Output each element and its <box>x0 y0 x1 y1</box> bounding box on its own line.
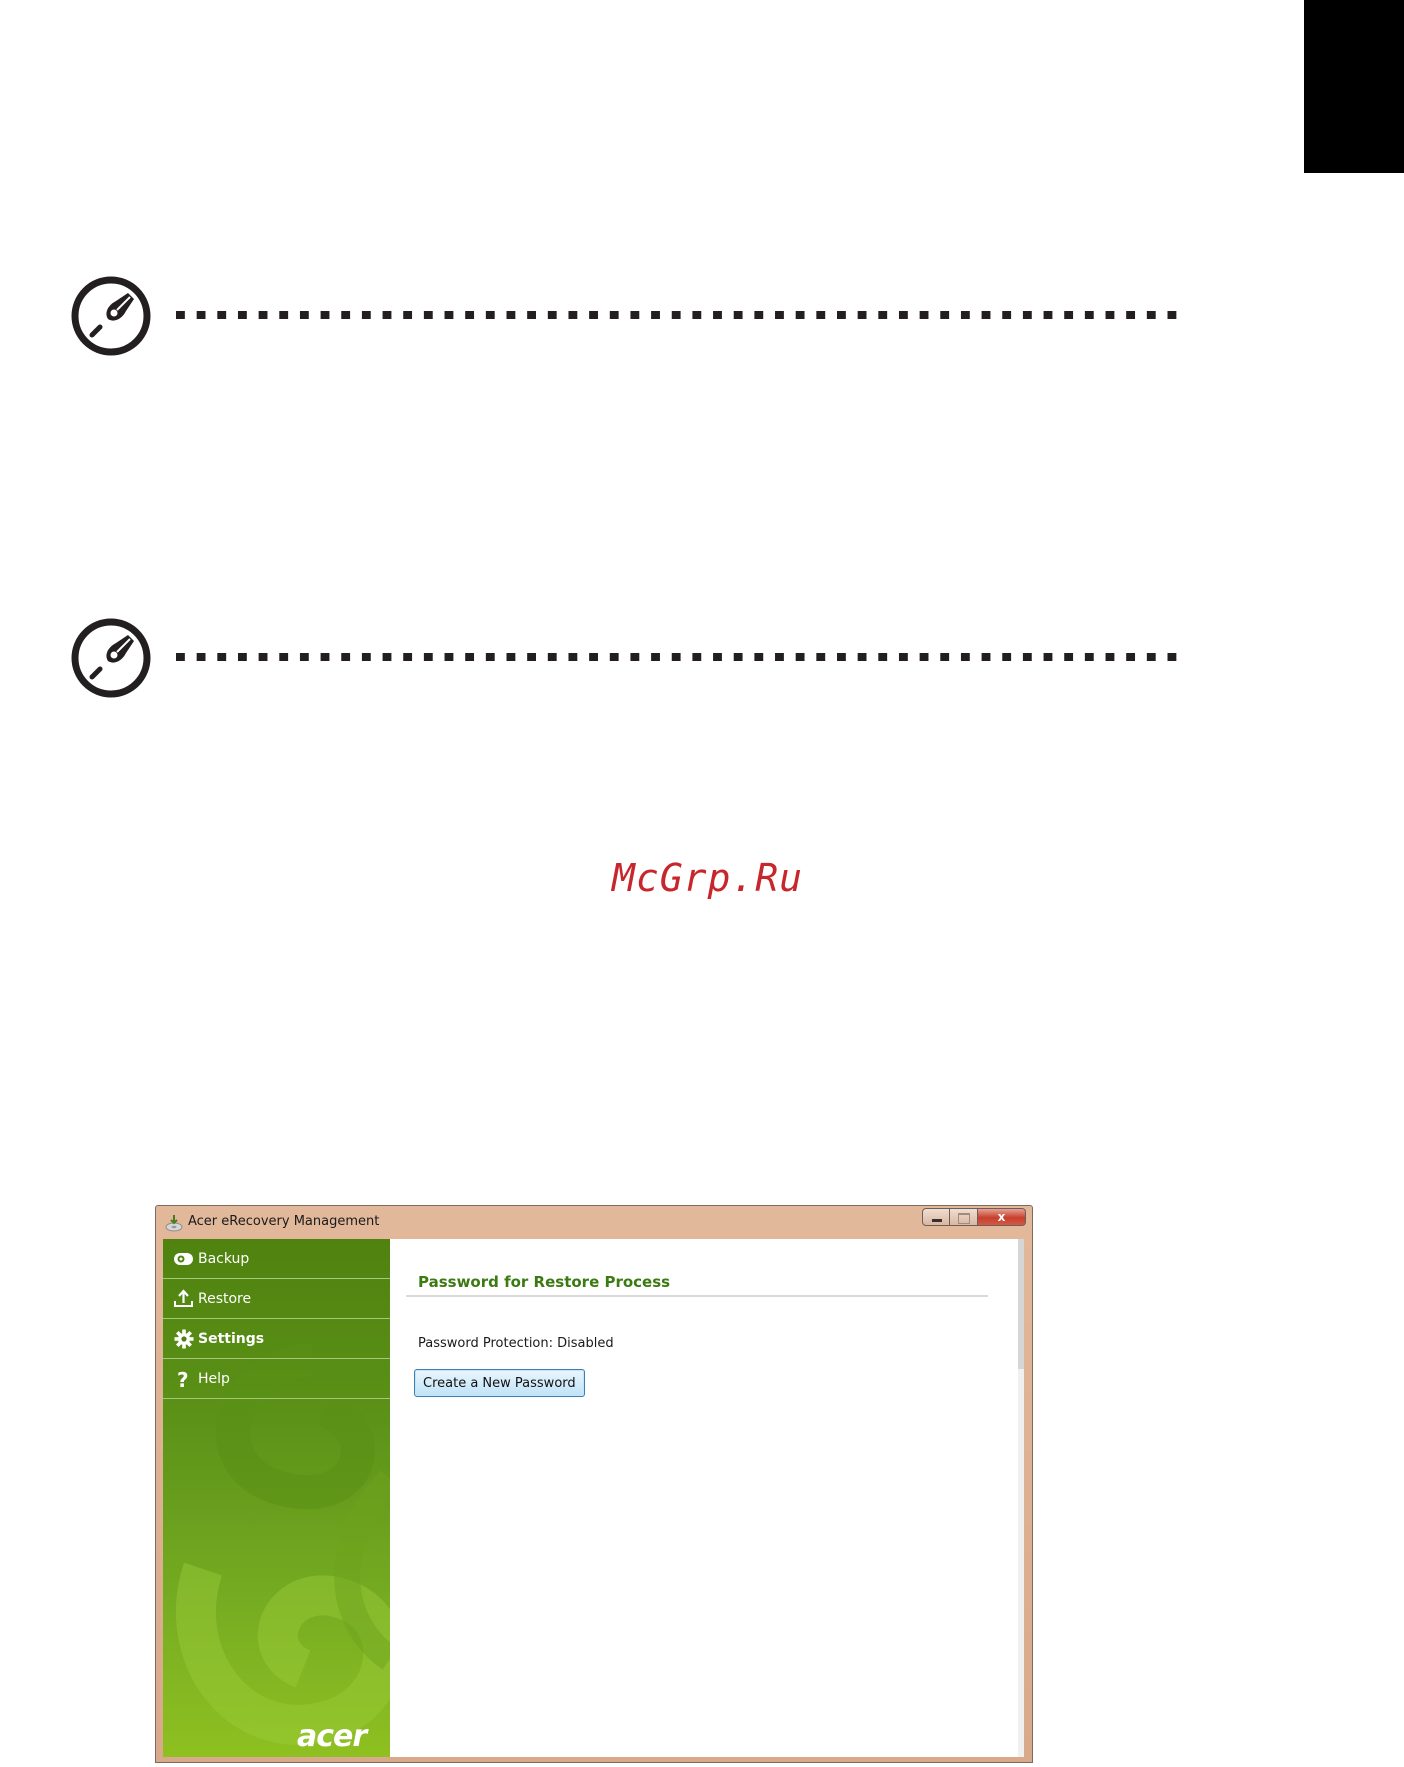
restore-icon <box>174 1289 193 1307</box>
window-titlebar[interactable]: Acer eRecovery Management x <box>156 1206 1032 1240</box>
maximize-icon <box>958 1213 970 1224</box>
watermark-text: McGrp.Ru <box>611 856 804 900</box>
note-marker-1 <box>70 275 1190 359</box>
window-title: Acer eRecovery Management <box>188 1214 380 1229</box>
minimize-button[interactable] <box>922 1208 950 1226</box>
sidebar-item-restore[interactable]: Restore <box>163 1279 390 1319</box>
gear-icon <box>174 1329 194 1349</box>
note-marker-2 <box>70 617 1190 701</box>
sidebar-item-label: Help <box>198 1371 230 1387</box>
corner-tab-marker <box>1304 0 1404 173</box>
sidebar-item-help[interactable]: ? Help <box>163 1359 390 1399</box>
scrollbar-track[interactable] <box>1018 1239 1024 1757</box>
scrollbar-thumb[interactable] <box>1018 1239 1024 1369</box>
sidebar-item-label: Backup <box>198 1251 250 1267</box>
erecovery-window: Acer eRecovery Management x Backup Resto… <box>155 1205 1033 1763</box>
password-status: Password Protection: Disabled <box>418 1336 614 1351</box>
minimize-icon <box>932 1219 942 1222</box>
close-icon: x <box>997 1210 1006 1224</box>
backup-icon <box>174 1253 193 1265</box>
help-icon: ? <box>177 1369 189 1389</box>
app-disc-icon <box>165 1215 183 1232</box>
main-panel: Password for Restore Process Password Pr… <box>390 1239 1024 1757</box>
sidebar-item-label: Settings <box>198 1331 265 1347</box>
note-pen-icon <box>71 276 151 356</box>
window-controls: x <box>922 1208 1026 1228</box>
note-pen-icon <box>71 618 151 698</box>
create-password-button[interactable]: Create a New Password <box>414 1369 585 1397</box>
panel-heading: Password for Restore Process <box>418 1273 671 1291</box>
sidebar: Backup Restore Settings ? Help acer <box>163 1239 390 1757</box>
heading-divider <box>406 1295 988 1297</box>
note-dotted-rule <box>176 653 1188 661</box>
svg-text:?: ? <box>177 1369 189 1389</box>
acer-logo: acer <box>297 1719 367 1754</box>
close-button[interactable]: x <box>978 1208 1026 1226</box>
sidebar-item-settings[interactable]: Settings <box>163 1319 390 1359</box>
maximize-button[interactable] <box>950 1208 978 1226</box>
sidebar-item-label: Restore <box>198 1291 252 1307</box>
note-dotted-rule <box>176 311 1188 319</box>
sidebar-item-backup[interactable]: Backup <box>163 1239 390 1279</box>
